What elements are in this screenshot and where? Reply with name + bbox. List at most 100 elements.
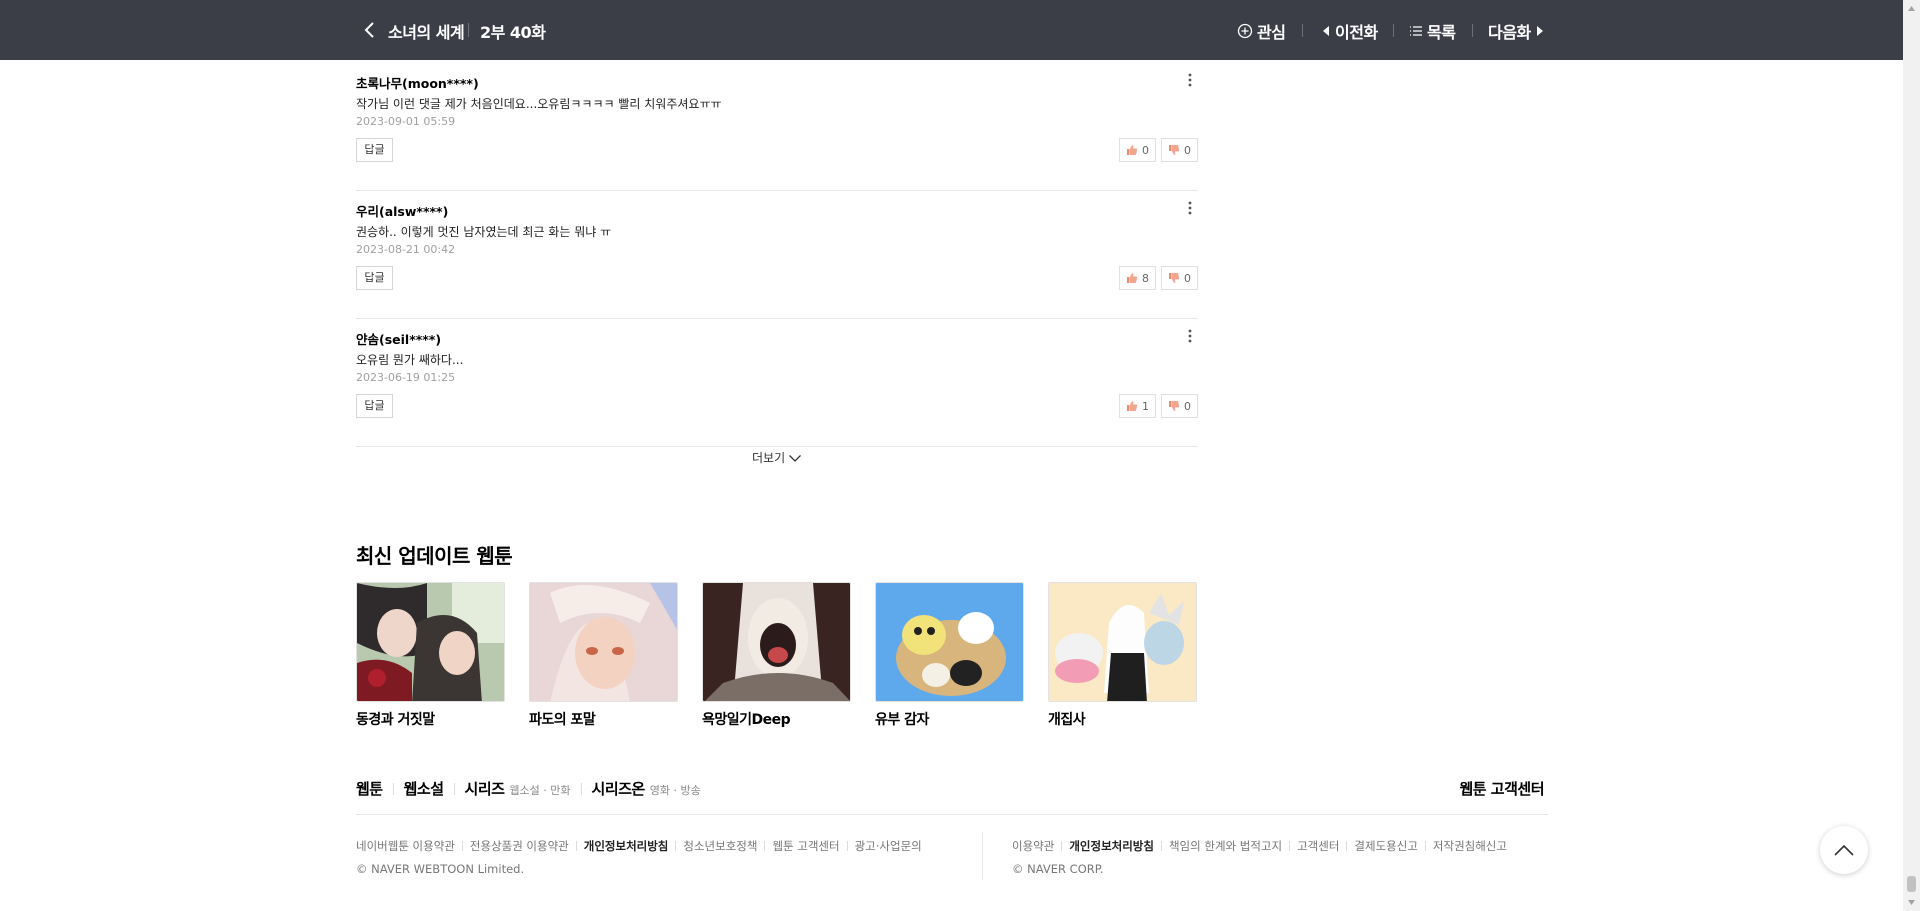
webtoon-name: 개집사 <box>1048 712 1086 728</box>
footer-naver-links: 이용약관 개인정보처리방침 책임의 한계와 법적고지 고객센터 결제도용신고 저… <box>1012 838 1507 854</box>
comment-text: 권승하.. 이렇게 멋진 남자였는데 최근 화는 뭐냐 ㅠ <box>356 225 612 239</box>
footer-divider <box>1160 841 1162 851</box>
scroll-up-arrow-icon[interactable] <box>1907 4 1916 13</box>
footer-policy-link[interactable]: 청소년보호정책 <box>683 838 757 854</box>
episode-list-button[interactable]: 목록 <box>1409 19 1456 43</box>
dislike-button[interactable]: 0 <box>1161 266 1198 290</box>
footer-policy-links: 네이버웹툰 이용약관 전용상품권 이용약관 개인정보처리방침 청소년보호정책 웹… <box>356 838 922 854</box>
scrollbar-thumb[interactable] <box>1907 876 1916 892</box>
comment-date: 2023-08-21 00:42 <box>356 243 456 256</box>
footer-link-series[interactable]: 시리즈 <box>465 778 505 799</box>
like-count: 8 <box>1142 271 1149 285</box>
title-divider <box>468 23 469 37</box>
webtoon-thumbnail <box>529 582 678 702</box>
scroll-to-top-button[interactable] <box>1820 826 1868 874</box>
footer-policy-link[interactable]: 이용약관 <box>1012 838 1054 854</box>
footer-divider-line <box>356 814 1548 815</box>
dislike-count: 0 <box>1184 399 1191 413</box>
footer-policy-link[interactable]: 웹툰 고객센터 <box>772 838 839 854</box>
dislike-button[interactable]: 0 <box>1161 394 1198 418</box>
footer-divider <box>461 841 463 851</box>
nav-divider <box>1302 24 1303 37</box>
webtoon-card[interactable]: 욕망일기Deep <box>702 582 851 729</box>
footer-divider <box>764 841 766 851</box>
footer-divider <box>1424 841 1426 851</box>
footer-link-webnovel[interactable]: 웹소설 <box>404 778 444 799</box>
webtoon-card[interactable]: 파도의 포말 <box>529 582 678 729</box>
comment-date: 2023-09-01 05:59 <box>356 115 456 128</box>
more-options-icon[interactable] <box>1182 71 1198 89</box>
page-scrollbar[interactable] <box>1903 0 1920 911</box>
viewer-header: 소녀의 세계 2부 40화 관심 이전화 목록 다음화 <box>0 0 1903 60</box>
plus-circle-icon <box>1237 23 1253 39</box>
thumbs-down-icon <box>1169 401 1180 411</box>
interest-button[interactable]: 관심 <box>1237 19 1286 43</box>
latest-webtoon-list: 동경과 거짓말 파도의 포말 욕망일기Deep 유부 감자 개집사 <box>356 582 1198 732</box>
naver-copyright: © NAVER CORP. <box>1012 862 1104 876</box>
chevron-down-icon <box>789 454 802 462</box>
list-icon <box>1410 26 1422 36</box>
footer-policy-link[interactable]: 저작권침해신고 <box>1433 838 1507 854</box>
footer-policy-link[interactable]: 고객센터 <box>1297 838 1339 854</box>
webtoon-copyright: © NAVER WEBTOON Limited. <box>356 862 525 876</box>
footer-series-on-sub: 영화 · 방송 <box>649 784 701 797</box>
like-button[interactable]: 0 <box>1119 138 1156 162</box>
dislike-button[interactable]: 0 <box>1161 138 1198 162</box>
load-more-button[interactable]: 더보기 <box>752 449 802 466</box>
webtoon-card[interactable]: 개집사 <box>1048 582 1197 729</box>
footer-privacy-link[interactable]: 개인정보처리방침 <box>584 838 669 854</box>
caret-right-icon <box>1536 26 1543 36</box>
webtoon-thumbnail <box>356 582 505 702</box>
more-options-icon[interactable] <box>1182 327 1198 345</box>
list-label: 목록 <box>1427 23 1456 42</box>
scroll-down-arrow-icon[interactable] <box>1907 898 1916 907</box>
prev-episode-button[interactable]: 이전화 <box>1321 19 1378 43</box>
footer-policy-link[interactable]: 광고·사업문의 <box>855 838 922 854</box>
webtoon-thumbnail <box>702 582 851 702</box>
footer-policy-link[interactable]: 전용상품권 이용약관 <box>470 838 569 854</box>
chevron-up-icon <box>1834 844 1854 856</box>
footer-policy-link[interactable]: 책임의 한계와 법적고지 <box>1169 838 1282 854</box>
webtoon-title[interactable]: 소녀의 세계 <box>388 19 465 43</box>
reply-button[interactable]: 답글 <box>356 266 393 290</box>
footer-link-webtoon[interactable]: 웹툰 <box>356 778 383 799</box>
footer-divider <box>675 841 677 851</box>
footer-policy-link[interactable]: 네이버웹툰 이용약관 <box>356 838 455 854</box>
comment-text: 오유림 뭔가 쌔하다... <box>356 353 464 367</box>
comment-author: 우리(alsw****) <box>356 204 449 219</box>
thumbs-up-icon <box>1127 401 1138 411</box>
reply-button[interactable]: 답글 <box>356 138 393 162</box>
like-count: 1 <box>1142 399 1149 413</box>
thumbs-down-icon <box>1169 145 1180 155</box>
webtoon-card[interactable]: 유부 감자 <box>875 582 1024 729</box>
footer-link-series-on[interactable]: 시리즈온 <box>592 778 646 799</box>
webtoon-thumbnail <box>875 582 1024 702</box>
webtoon-help-center-link[interactable]: 웹툰 고객센터 <box>1459 778 1544 799</box>
footer-privacy-link[interactable]: 개인정보처리방침 <box>1069 838 1154 854</box>
back-arrow-icon[interactable] <box>358 18 382 42</box>
like-button[interactable]: 8 <box>1119 266 1156 290</box>
webtoon-card[interactable]: 동경과 거짓말 <box>356 582 505 729</box>
load-more-label: 더보기 <box>752 451 786 465</box>
more-options-icon[interactable] <box>1182 199 1198 217</box>
footer-service-nav: 웹툰 웹소설 시리즈 웹소설 · 만화 시리즈온 영화 · 방송 <box>356 778 701 799</box>
footer-divider <box>846 841 848 851</box>
webtoon-name: 파도의 포말 <box>529 712 596 728</box>
nav-divider <box>1393 24 1394 37</box>
nav-divider <box>1472 24 1473 37</box>
comment-author: 얀솜(seil****) <box>356 332 442 347</box>
episode-title: 2부 40화 <box>480 23 546 42</box>
like-button[interactable]: 1 <box>1119 394 1156 418</box>
latest-updates-title: 최신 업데이트 웹툰 <box>356 544 513 568</box>
webtoon-name: 욕망일기Deep <box>702 712 791 728</box>
footer-policy-link[interactable]: 결제도용신고 <box>1354 838 1417 854</box>
next-episode-button[interactable]: 다음화 <box>1488 19 1545 43</box>
footer-divider <box>1346 841 1348 851</box>
comment-author: 초록나무(moon****) <box>356 76 479 91</box>
dislike-count: 0 <box>1184 143 1191 157</box>
webtoon-name: 동경과 거짓말 <box>356 712 435 728</box>
reply-button[interactable]: 답글 <box>356 394 393 418</box>
footer-divider <box>1289 841 1291 851</box>
footer-divider <box>575 841 577 851</box>
comment-item: 우리(alsw****) 권승하.. 이렇게 멋진 남자였는데 최근 화는 뭐냐… <box>356 191 1198 319</box>
